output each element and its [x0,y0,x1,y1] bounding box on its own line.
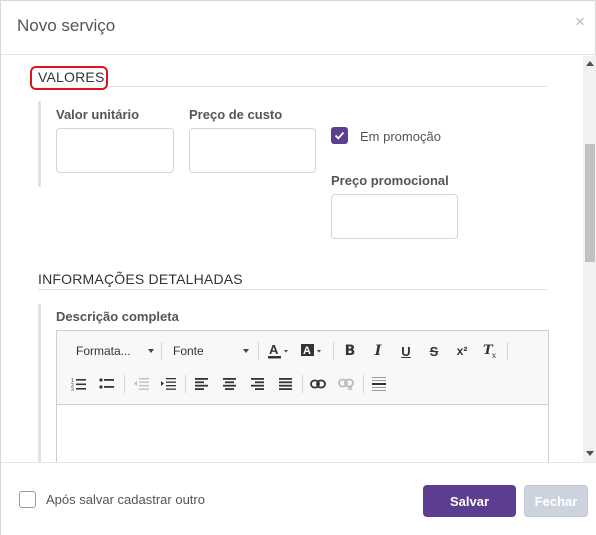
horizontal-rule-icon [372,377,386,391]
unlink-button [336,374,356,394]
link-button[interactable] [308,374,328,394]
dialog-header: Novo serviço × [1,1,596,55]
text-color-button[interactable]: A [265,341,293,361]
numbered-list-icon: 1 2 3 [71,378,86,392]
svg-text:x: x [492,351,496,360]
check-icon [334,131,345,140]
align-center-button[interactable] [220,374,240,394]
valor-unitario-input[interactable] [56,128,174,173]
bullet-list-icon [99,378,114,389]
toolbar-separator [185,375,186,393]
indent-icon [161,378,176,390]
unlink-icon [338,378,354,390]
toolbar-separator [258,342,259,360]
text-color-icon: A [268,342,288,359]
section-title-valores: VALORES [38,69,105,85]
underline-button[interactable]: U [396,341,416,361]
preco-custo-label: Preço de custo [189,107,283,122]
font-select[interactable]: Fonte [173,341,249,361]
font-select-label: Fonte [173,344,204,358]
toolbar-separator [302,375,303,393]
close-icon[interactable]: × [575,13,585,30]
align-left-icon [195,378,208,390]
rich-text-editor: Formata... Fonte A A B I U S x² T x 1 2 … [56,330,549,462]
background-color-icon: A [301,344,321,357]
svg-text:3: 3 [71,388,74,392]
chevron-down-icon [243,349,249,353]
toolbar-separator [333,342,334,360]
section-divider [109,86,547,87]
indent-button[interactable] [158,374,178,394]
toolbar-separator [124,375,125,393]
strikethrough-button[interactable]: S [424,341,444,361]
superscript-label: x² [456,344,468,358]
align-right-button[interactable] [248,374,268,394]
preco-custo-input[interactable] [189,128,316,173]
after-save-checkbox[interactable] [19,491,36,508]
toolbar-separator [363,375,364,393]
outdent-icon [134,378,149,390]
preco-promocional-label: Preço promocional [331,173,449,188]
dialog-title: Novo serviço [17,16,116,35]
svg-text:A: A [269,342,279,357]
align-left-button[interactable] [192,374,212,394]
link-icon [310,379,326,389]
outdent-button [131,374,151,394]
preco-promocional-input[interactable] [331,194,458,239]
bullet-list-button[interactable] [97,374,117,394]
background-color-button[interactable]: A [298,341,326,361]
group-indicator [38,304,41,462]
scroll-down-icon[interactable] [586,451,594,456]
dialog-footer: Após salvar cadastrar outro Salvar Fecha… [1,462,596,535]
section-divider [38,289,547,290]
bold-button[interactable]: B [340,341,360,361]
align-right-icon [251,378,264,390]
close-button[interactable]: Fechar [524,485,588,517]
descricao-label: Descrição completa [56,309,179,324]
em-promocao-checkbox[interactable] [331,127,348,144]
group-indicator [38,101,41,187]
valor-unitario-label: Valor unitário [56,107,140,122]
superscript-button[interactable]: x² [452,341,472,361]
numbered-list-button[interactable]: 1 2 3 [69,374,89,394]
remove-format-button[interactable]: T x [480,341,500,361]
em-promocao-label: Em promoção [360,129,441,144]
align-justify-button[interactable] [276,374,296,394]
after-save-label: Após salvar cadastrar outro [46,492,205,507]
italic-button[interactable]: I [368,341,388,361]
remove-format-icon: T x [483,343,496,360]
align-center-icon [223,378,236,390]
chevron-down-icon [148,349,154,353]
scroll-up-icon[interactable] [586,61,594,66]
format-select-label: Formata... [76,344,131,358]
editor-toolbar: Formata... Fonte A A B I U S x² T x 1 2 … [57,331,548,405]
editor-content-area[interactable] [57,406,548,462]
section-title-detalhes: INFORMAÇÕES DETALHADAS [38,271,243,287]
save-button[interactable]: Salvar [423,485,516,517]
new-service-dialog: Novo serviço × VALORES Valor unitário Pr… [0,0,596,535]
align-justify-icon [279,378,292,390]
toolbar-separator [161,342,162,360]
format-select[interactable]: Formata... [76,341,154,361]
dialog-body: VALORES Valor unitário Preço de custo Em… [1,56,596,462]
svg-text:A: A [303,345,311,357]
vertical-scrollbar[interactable] [583,56,596,462]
scroll-thumb[interactable] [585,144,595,262]
horizontal-rule-button[interactable] [369,374,389,394]
toolbar-separator [507,342,508,360]
